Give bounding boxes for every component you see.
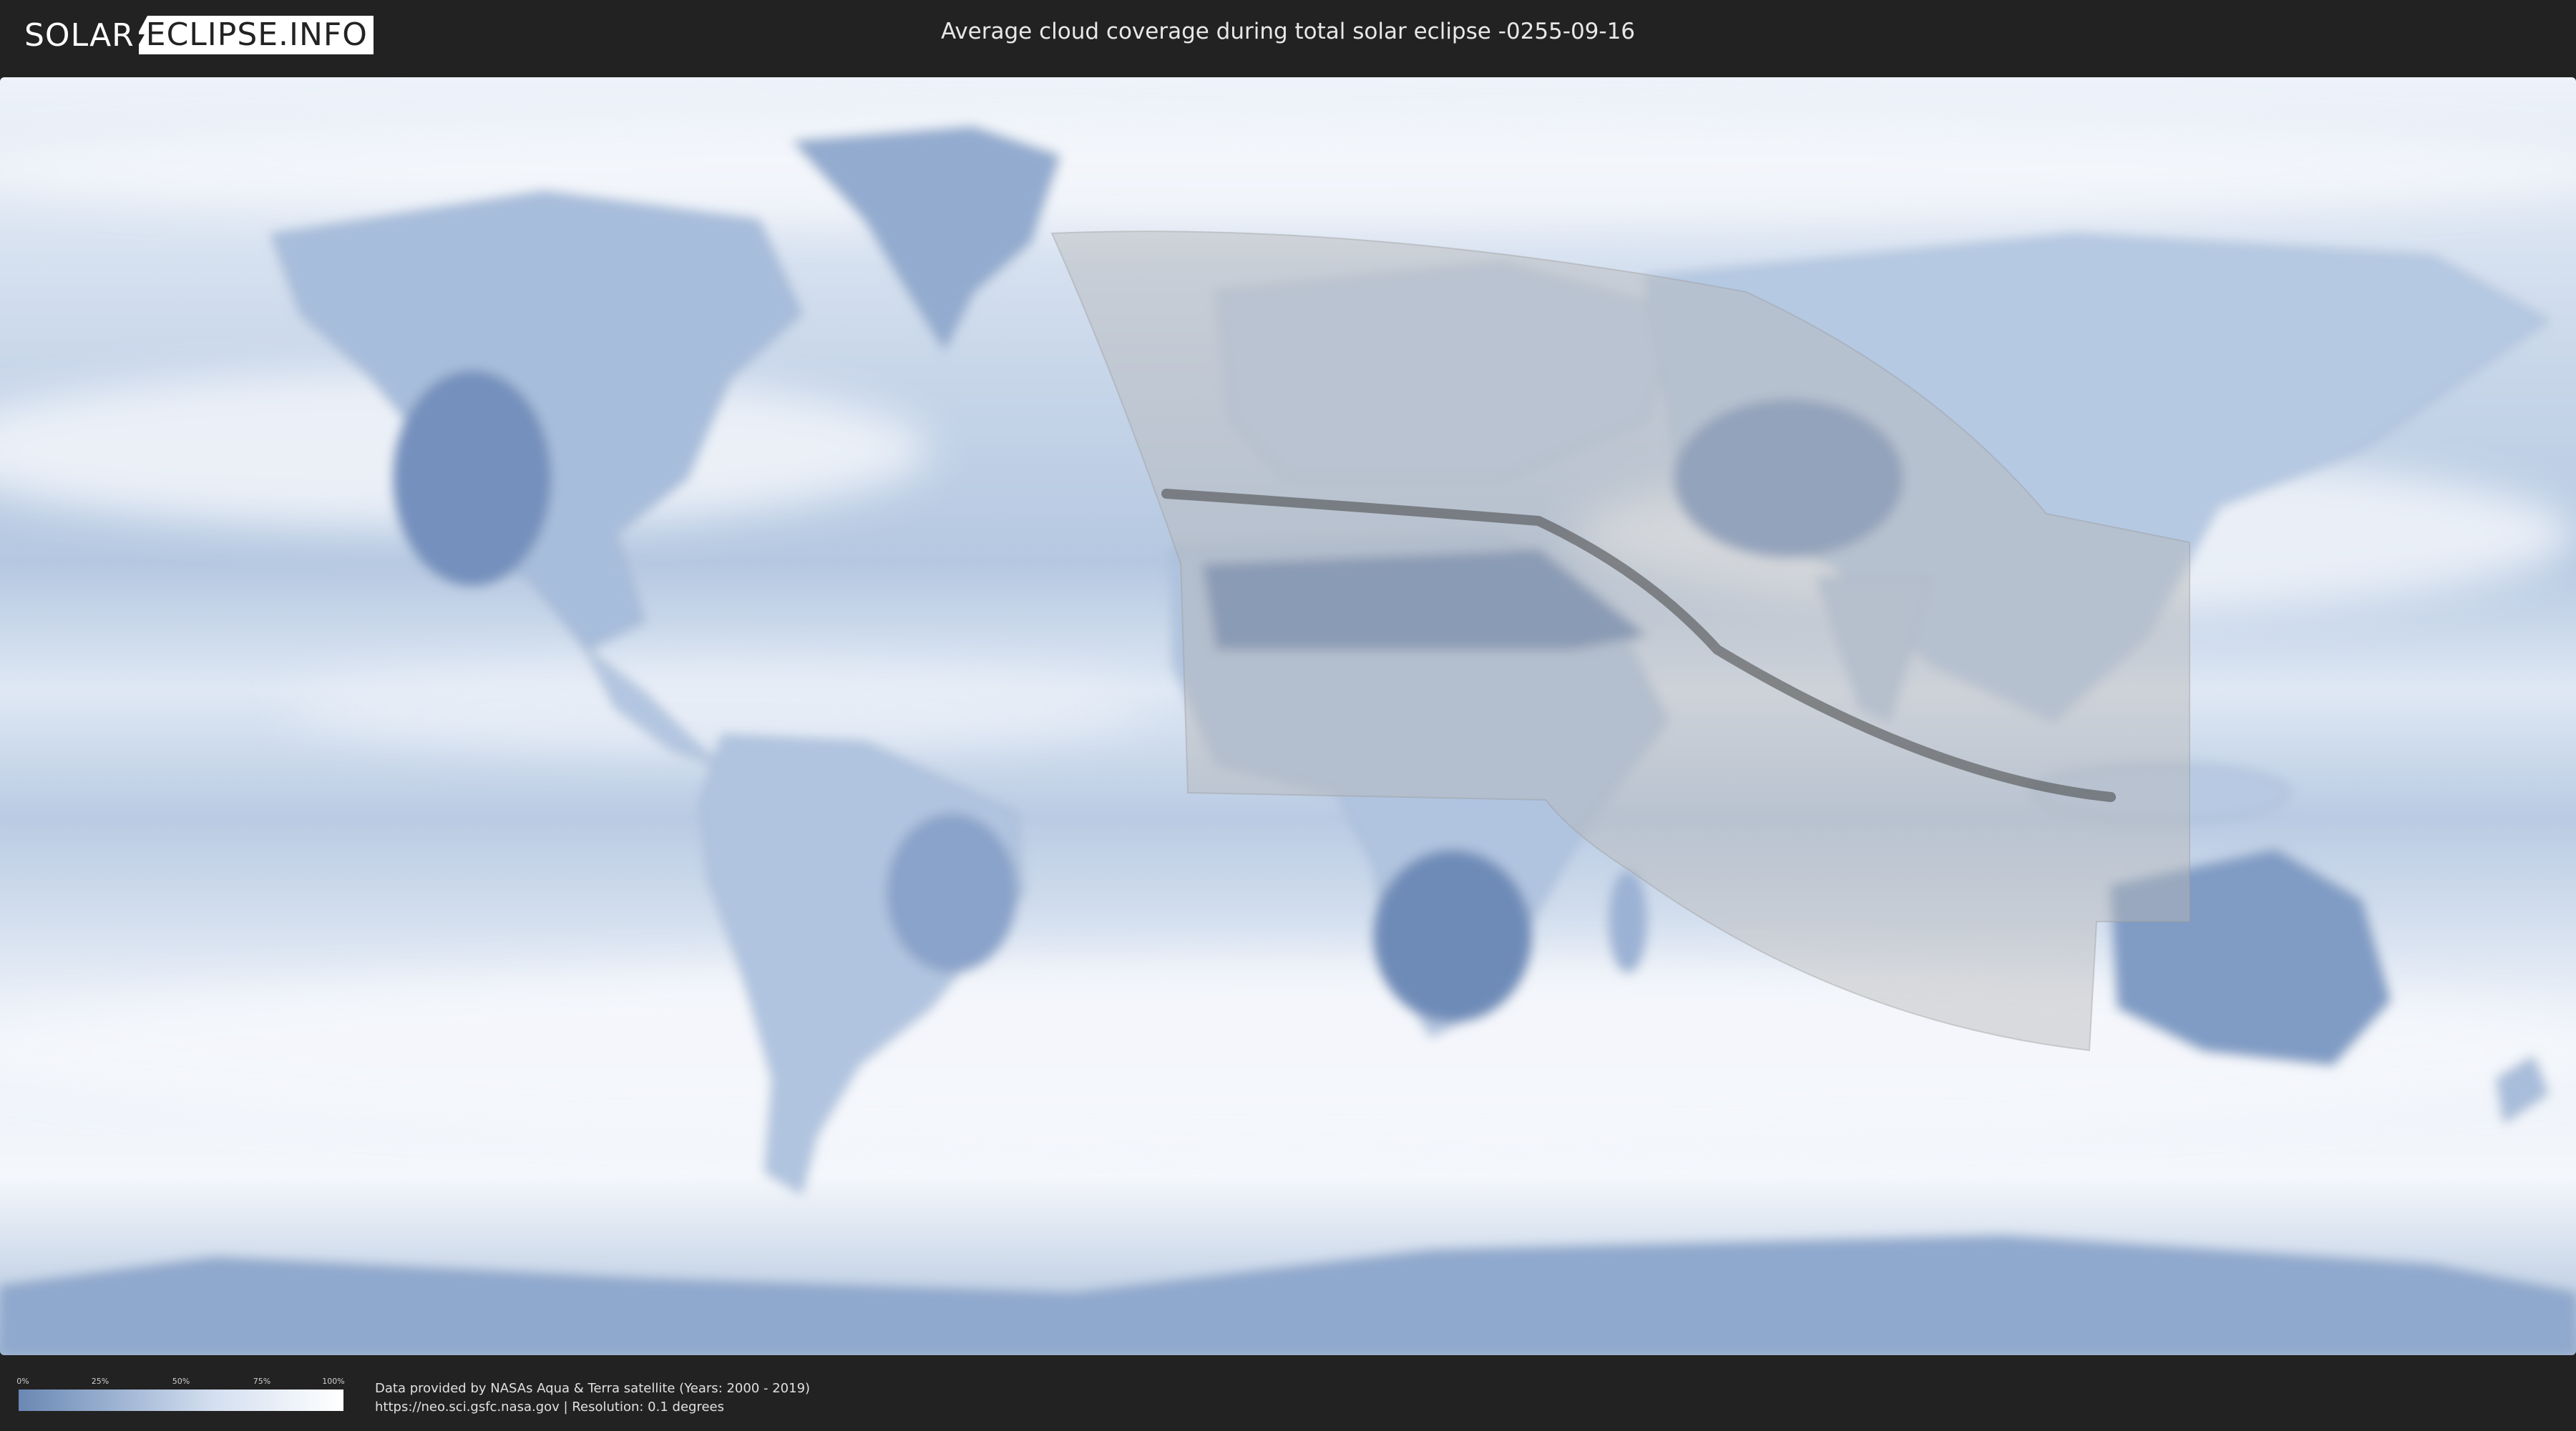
legend-tick-100: 100%	[322, 1377, 345, 1386]
world-map-icon	[0, 77, 2576, 1355]
credits-line-source: Data provided by NASAs Aqua & Terra sate…	[375, 1381, 811, 1396]
legend-color-bar	[19, 1390, 343, 1411]
data-credits: Data provided by NASAs Aqua & Terra sate…	[375, 1379, 810, 1417]
cloud-coverage-map	[0, 77, 2576, 1355]
footer-bar: 0% 25% 50% 75% 100% Data provided by NAS…	[0, 1359, 2576, 1431]
madagascar	[1609, 871, 1646, 972]
legend-tick-0: 0%	[16, 1377, 29, 1386]
header-bar: SOLAR ECLIPSE.INFO Average cloud coverag…	[0, 0, 2576, 72]
page-root: SOLAR ECLIPSE.INFO Average cloud coverag…	[0, 0, 2576, 1431]
cloud-coverage-legend: 0% 25% 50% 75% 100%	[16, 1377, 345, 1412]
page-title: Average cloud coverage during total sola…	[940, 19, 1636, 44]
credits-line-url: https://neo.sci.gsfc.nasa.gov | Resoluti…	[375, 1400, 724, 1415]
legend-tick-25: 25%	[91, 1377, 109, 1386]
legend-tick-75: 75%	[253, 1377, 271, 1386]
legend-tick-50: 50%	[172, 1377, 190, 1386]
